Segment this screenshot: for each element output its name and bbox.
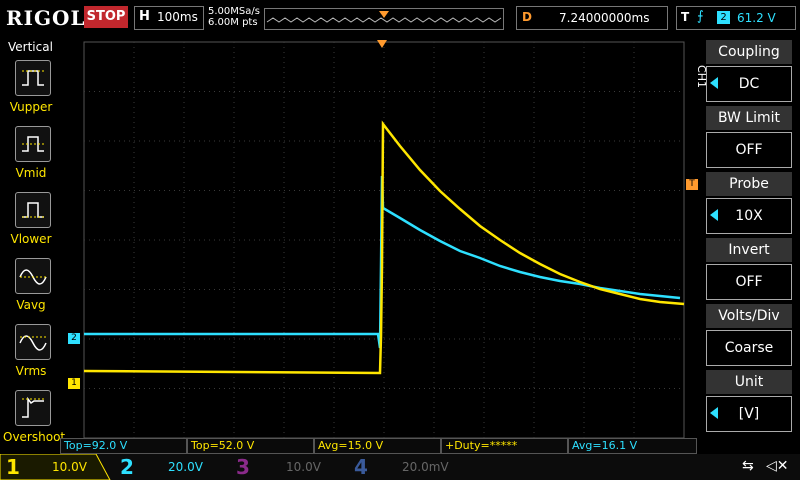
delay-key: D (522, 10, 532, 24)
timebase-box[interactable]: H 100ms (134, 6, 204, 30)
vrms-icon (15, 324, 51, 360)
coupling-title: Coupling (706, 40, 792, 64)
unit-title: Unit (706, 370, 792, 394)
measure-vavg[interactable]: Vavg (3, 254, 59, 316)
run-stop-indicator[interactable]: STOP (84, 6, 128, 28)
trigger-source-badge: 2 (717, 11, 730, 24)
ch4-button[interactable]: 4 (354, 456, 368, 478)
ch2-scale: 20.0V (168, 460, 203, 474)
bw-limit-title: BW Limit (706, 106, 792, 130)
bw-limit-button[interactable]: BW Limit OFF (706, 106, 792, 168)
invert-title: Invert (706, 238, 792, 262)
channel-settings-menu: Coupling DC BW Limit OFF Probe 10X Inver… (690, 36, 800, 454)
measurement-bar: Top=92.0 V Top=52.0 V Avg=15.0 V +Duty=*… (60, 438, 700, 454)
trigger-box[interactable]: T ⨍ 2 61.2 V (676, 6, 796, 30)
ch2-ground-marker[interactable]: 2 (68, 333, 80, 344)
delay-box[interactable]: D 7.24000000ms (516, 6, 668, 30)
ch1-ground-marker[interactable]: 1 (68, 378, 80, 389)
coupling-button[interactable]: Coupling DC (706, 40, 792, 102)
measure-label: Vupper (9, 100, 53, 114)
invert-button[interactable]: Invert OFF (706, 238, 792, 300)
trigger-time-marker (377, 40, 387, 48)
brand-logo: RIGOL (6, 6, 86, 30)
volts-div-value: Coarse (706, 330, 792, 366)
acquisition-info: 5.00MSa/s 6.00M pts (208, 6, 260, 28)
measure-vmid[interactable]: Vmid (3, 122, 59, 184)
overshoot-icon (15, 390, 51, 426)
waveform-grid (83, 40, 685, 439)
measurement-item[interactable]: Avg=15.0 V (314, 438, 441, 454)
measure-label: Overshoot (3, 430, 66, 444)
probe-title: Probe (706, 172, 792, 196)
coupling-value: DC (706, 66, 792, 102)
memory-depth: 6.00M pts (208, 17, 258, 28)
measure-overshoot[interactable]: Overshoot (3, 386, 66, 448)
sound-muted-icon[interactable]: ◁✕ (766, 458, 789, 474)
measure-vlower[interactable]: Vlower (3, 188, 59, 250)
measure-vupper[interactable]: Vupper (3, 56, 59, 118)
ch1-waveform (83, 120, 685, 375)
left-arrow-icon (710, 407, 718, 419)
measurement-item[interactable]: Top=52.0 V (187, 438, 314, 454)
vlower-icon (15, 192, 51, 228)
trigger-position-bar[interactable] (264, 8, 504, 30)
measure-label: Vlower (10, 232, 52, 246)
measurement-item[interactable]: +Duty=***** (441, 438, 568, 454)
menu-title: Vertical (8, 40, 53, 54)
volts-div-title: Volts/Div (706, 304, 792, 328)
ch1-scale: 10.0V (52, 460, 87, 474)
measure-vrms[interactable]: Vrms (3, 320, 59, 382)
probe-value: 10X (706, 198, 792, 234)
ch2-button[interactable]: 2 (120, 456, 134, 478)
measure-label: Vrms (15, 364, 47, 378)
invert-value: OFF (706, 264, 792, 300)
measurement-item[interactable]: Top=92.0 V (60, 438, 187, 454)
bw-limit-value: OFF (706, 132, 792, 168)
top-status-bar: RIGOL STOP H 100ms 5.00MSa/s 6.00M pts D… (0, 0, 800, 36)
timebase-value: 100ms (157, 10, 198, 24)
rising-edge-icon: ⨍ (697, 9, 704, 24)
trigger-level: 61.2 V (737, 11, 776, 25)
unit-value: [V] (706, 396, 792, 432)
trigger-key: T (681, 10, 690, 24)
ch3-scale: 10.0V (286, 460, 321, 474)
measure-label: Vavg (16, 298, 46, 312)
vmid-icon (15, 126, 51, 162)
unit-button[interactable]: Unit [V] (706, 370, 792, 432)
volts-div-button[interactable]: Volts/Div Coarse (706, 304, 792, 366)
vupper-icon (15, 60, 51, 96)
measurement-item[interactable]: Avg=16.1 V (568, 438, 697, 454)
measure-label: Vmid (15, 166, 47, 180)
ch1-button[interactable]: 1 (6, 456, 20, 478)
memory-overview-waveform (266, 11, 502, 23)
delay-value: 7.24000000ms (559, 11, 650, 25)
ch3-button[interactable]: 3 (236, 456, 250, 478)
left-arrow-icon (710, 77, 718, 89)
usb-icon: ⇆ (742, 458, 754, 474)
left-arrow-icon (710, 209, 718, 221)
channel-status-bar: 1 10.0V 2 20.0V 3 10.0V 4 20.0mV ⇆ ◁✕ (0, 454, 800, 480)
vertical-measure-menu: Vertical Vupper Vmid Vlower Vavg Vrms Ov… (0, 36, 66, 454)
vavg-icon (15, 258, 51, 294)
timebase-key: H (139, 9, 150, 24)
waveform-display[interactable]: 2 1 T (60, 36, 700, 439)
trigger-position-marker (379, 11, 389, 18)
probe-button[interactable]: Probe 10X (706, 172, 792, 234)
sample-rate: 5.00MSa/s (208, 6, 260, 17)
ch4-scale: 20.0mV (402, 460, 449, 474)
